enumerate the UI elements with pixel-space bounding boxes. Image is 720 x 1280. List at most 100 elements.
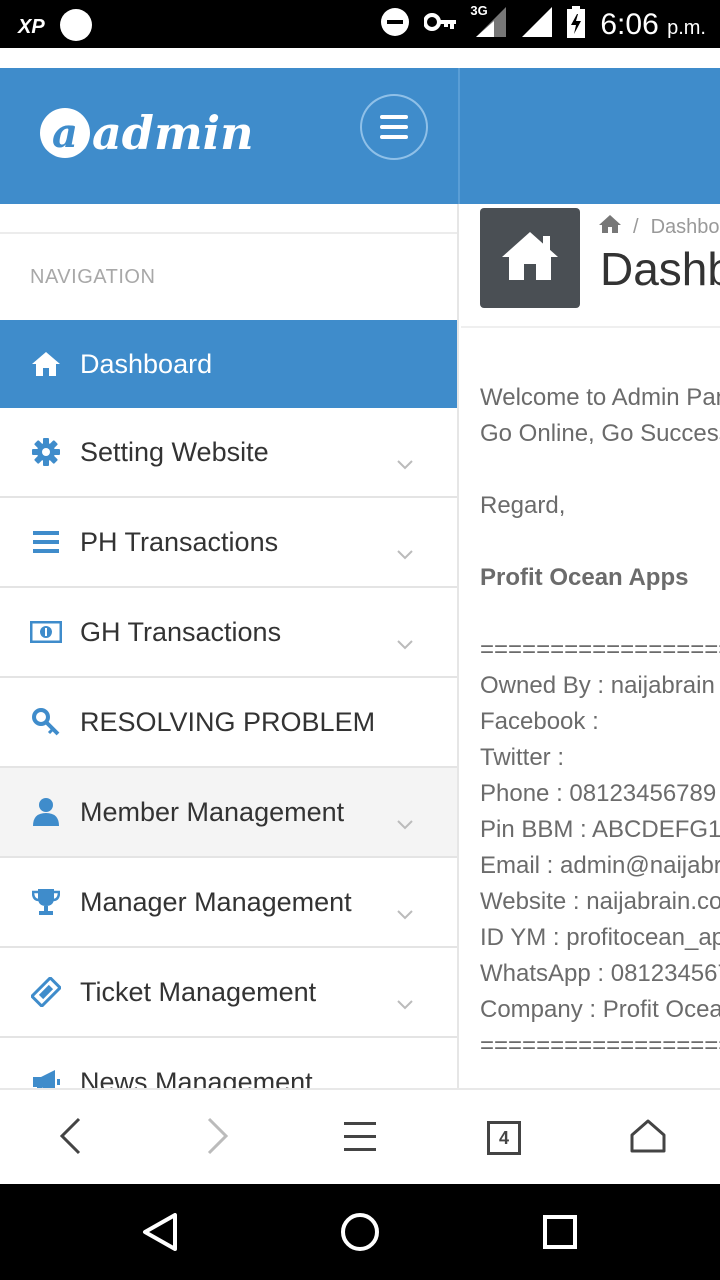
chevron-down-icon [397, 806, 413, 837]
system-nav-bar [0, 1184, 720, 1280]
page-header: / Dashboard Dashboard [461, 204, 720, 328]
breadcrumb-home-icon[interactable] [599, 214, 621, 240]
breadcrumb-separator: / [633, 215, 639, 238]
chevron-down-icon [397, 446, 413, 477]
browser-home-button[interactable] [626, 1118, 670, 1158]
carrier-logo: XP [18, 16, 45, 38]
forward-button[interactable] [196, 1117, 240, 1160]
sidebar-item-resolving-problem[interactable]: RESOLVING PROBLEM [0, 678, 457, 768]
email-info: Email : admin@naijabrain.com [480, 852, 720, 879]
money-icon [30, 616, 62, 648]
wifi-signal-icon [522, 7, 553, 42]
system-back-button[interactable] [138, 1212, 182, 1256]
sidebar-item-label: Ticket Management [80, 976, 317, 1007]
sidebar-item-label: Setting Website [80, 436, 269, 467]
sidebar-item-ph-transactions[interactable]: PH Transactions [0, 498, 457, 588]
key-icon [30, 706, 62, 738]
page-title: Dashboard [600, 243, 720, 295]
sidebar-item-ticket-management[interactable]: Ticket Management [0, 948, 457, 1038]
chevron-left-icon [59, 1117, 81, 1160]
whatsapp-info: WhatsApp : 08123456789 [480, 960, 720, 987]
logo-letter: a [40, 108, 90, 158]
back-button[interactable] [48, 1117, 92, 1160]
clock: 6:06 p.m. [600, 8, 706, 42]
browser-toolbar: 4 [0, 1088, 720, 1184]
tabs-button[interactable]: 4 [482, 1118, 526, 1158]
owned-by: Owned By : naijabrain [480, 672, 715, 699]
ticket-icon [30, 976, 62, 1008]
system-home-button[interactable] [338, 1212, 382, 1256]
sidebar: NAVIGATION Dashboard Setting Website PH … [0, 204, 459, 1088]
sidebar-item-label: News Management [80, 1066, 313, 1089]
nav-heading: NAVIGATION [30, 266, 156, 288]
id-ym-info: ID YM : profitocean_apps [480, 924, 720, 951]
page-icon-box [480, 208, 580, 308]
sidebar-item-label: GH Transactions [80, 616, 282, 647]
welcome-line: Go Online, Go Success [480, 420, 720, 447]
sidebar-item-manager-management[interactable]: Manager Management [0, 858, 457, 948]
sidebar-top-divider [0, 204, 457, 234]
chevron-right-icon [207, 1117, 229, 1160]
twitter-info: Twitter : [480, 744, 565, 771]
welcome-line: Welcome to Admin Panel [480, 384, 720, 411]
browser-top-strip [0, 48, 720, 68]
menu-toggle-button[interactable] [360, 94, 428, 160]
welcome-panel: Welcome to Admin Panel Go Online, Go Suc… [480, 380, 720, 1064]
chevron-down-icon [397, 896, 413, 927]
chevron-down-icon [397, 986, 413, 1017]
notification-dot-icon [59, 8, 93, 47]
company-info: Company : Profit Ocean Apps [480, 996, 720, 1023]
sidebar-item-label: Manager Management [80, 886, 352, 917]
do-not-disturb-icon [380, 7, 410, 42]
logo-text: admin [92, 106, 254, 160]
home-icon [30, 348, 62, 380]
website-info: Website : naijabrain.com [480, 888, 720, 915]
hamburger-icon [380, 115, 408, 139]
vpn-key-icon [423, 12, 458, 37]
main-content: / Dashboard Dashboard Welcome to Admin P… [461, 204, 720, 1088]
system-recents-button[interactable] [538, 1212, 582, 1256]
sidebar-item-label: PH Transactions [80, 526, 279, 557]
sidebar-item-setting-website[interactable]: Setting Website [0, 408, 457, 498]
sidebar-item-label: RESOLVING PROBLEM [80, 706, 376, 737]
chevron-down-icon [397, 1076, 413, 1088]
clock-ampm: p.m. [667, 16, 706, 39]
sidebar-item-gh-transactions[interactable]: GH Transactions [0, 588, 457, 678]
home-outline-icon [630, 1119, 666, 1158]
clock-time: 6:06 [600, 7, 659, 41]
separator-line: ========================= [480, 636, 720, 663]
separator-line: ========================= [480, 1032, 720, 1059]
sidebar-item-label: Member Management [80, 796, 345, 827]
user-icon [30, 796, 62, 828]
gear-icon [30, 436, 62, 468]
home-icon [500, 230, 560, 287]
sidebar-item-member-management[interactable]: Member Management [0, 768, 457, 858]
browser-menu-button[interactable] [338, 1118, 382, 1158]
triangle-back-icon [142, 1212, 178, 1256]
chevron-down-icon [397, 626, 413, 657]
chevron-down-icon [397, 536, 413, 567]
facebook-info: Facebook : [480, 708, 599, 735]
sidebar-item-label: Dashboard [80, 348, 213, 379]
breadcrumb: / Dashboard [599, 214, 720, 240]
battery-icon [566, 6, 586, 43]
circle-home-icon [340, 1212, 380, 1257]
pin-bbm-info: Pin BBM : ABCDEFG1 [480, 816, 720, 843]
regard-text: Regard, [480, 492, 566, 519]
breadcrumb-current: Dashboard [650, 215, 720, 238]
megaphone-icon [30, 1066, 62, 1088]
sidebar-item-dashboard[interactable]: Dashboard [0, 320, 457, 408]
list-icon [30, 526, 62, 558]
cell-signal-3g-icon: 3G [470, 3, 508, 42]
sidebar-item-news-management[interactable]: News Management [0, 1038, 457, 1088]
phone-info: Phone : 08123456789 [480, 780, 717, 807]
status-bar: XP 3G 6:06 p.m. [0, 0, 720, 48]
company-name: Profit Ocean Apps [480, 564, 689, 591]
network-type-label: 3G [470, 3, 488, 18]
square-recents-icon [543, 1214, 577, 1254]
tab-count-badge: 4 [487, 1121, 521, 1155]
menu-lines-icon [344, 1120, 376, 1157]
app-header: a admin [0, 68, 720, 204]
trophy-icon [30, 886, 62, 918]
admin-logo[interactable]: a admin [40, 106, 254, 160]
